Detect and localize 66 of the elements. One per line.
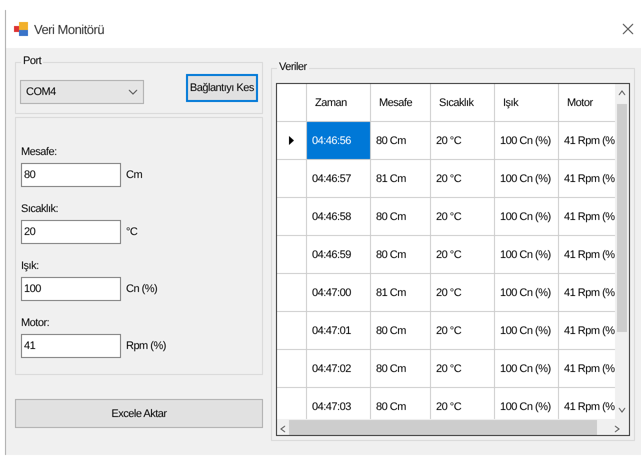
row-header[interactable] — [277, 274, 307, 312]
table-cell[interactable]: 81 Cm — [371, 274, 431, 312]
row-header[interactable] — [277, 236, 307, 274]
close-icon[interactable] — [622, 23, 634, 35]
column-header[interactable]: Sıcaklık — [431, 84, 495, 122]
row-header[interactable] — [277, 312, 307, 350]
table-cell[interactable]: 04:46:57 — [307, 160, 371, 198]
vertical-scrollbar[interactable] — [615, 84, 629, 419]
unit-label: Cn (%) — [126, 283, 158, 295]
table-cell[interactable]: 20 °C — [431, 198, 495, 236]
table-cell[interactable]: 100 Cn (%) — [495, 312, 559, 350]
table-cell[interactable]: 100 Cn (%) — [495, 274, 559, 312]
table-cell[interactable]: 20 °C — [431, 160, 495, 198]
table-cell[interactable]: 100 Cn (%) — [495, 236, 559, 274]
chevron-right-icon[interactable] — [614, 425, 620, 433]
unit-label: °C — [126, 226, 138, 238]
group-title: Veriler — [277, 61, 309, 73]
table-cell[interactable]: 20 °C — [431, 236, 495, 274]
table-cell[interactable]: 04:46:59 — [307, 236, 371, 274]
table-cell[interactable]: 80 Cm — [371, 236, 431, 274]
table-cell[interactable]: 04:47:02 — [307, 350, 371, 388]
unit-label: Cm — [126, 169, 142, 181]
chevron-down-icon — [128, 89, 138, 95]
table-cell[interactable]: 80 Cm — [371, 122, 431, 160]
field-label: Mesafe: — [21, 146, 58, 158]
chevron-down-icon[interactable] — [618, 407, 626, 413]
table-cell[interactable]: 100 Cn (%) — [495, 350, 559, 388]
row-header[interactable] — [277, 160, 307, 198]
corner-header — [277, 84, 307, 122]
horizontal-scrollbar[interactable] — [277, 419, 629, 435]
input-field[interactable]: 80 — [21, 163, 121, 187]
port-dropdown[interactable]: COM4 — [20, 80, 144, 104]
window-title: Veri Monitörü — [34, 22, 104, 36]
app-icon — [14, 22, 28, 36]
column-header[interactable]: Mesafe — [371, 84, 431, 122]
unit-label: Rpm (%) — [126, 340, 166, 352]
current-row-icon — [289, 136, 294, 145]
table-cell[interactable]: 80 Cm — [371, 198, 431, 236]
column-header[interactable]: Işık — [495, 84, 559, 122]
field-label: Işık: — [21, 260, 40, 272]
table-cell[interactable]: 20 °C — [431, 312, 495, 350]
table-cell[interactable]: 04:47:00 — [307, 274, 371, 312]
table-cell[interactable]: 100 Cn (%) — [495, 198, 559, 236]
export-button[interactable]: Excele Aktar — [15, 399, 263, 428]
row-header[interactable] — [277, 350, 307, 388]
table-cell[interactable]: 20 °C — [431, 350, 495, 388]
table-cell[interactable]: 80 Cm — [371, 312, 431, 350]
field-label: Sıcaklık: — [21, 203, 60, 215]
field-label: Motor: — [21, 317, 50, 329]
input-field[interactable]: 100 — [21, 277, 121, 301]
disconnect-button[interactable]: Bağlantıyı Kes — [186, 74, 258, 102]
table-cell[interactable]: 20 °C — [431, 122, 495, 160]
chevron-left-icon[interactable] — [280, 425, 286, 433]
table-cell[interactable]: 20 °C — [431, 274, 495, 312]
group-title: Port — [21, 55, 44, 67]
table-cell[interactable]: 04:47:01 — [307, 312, 371, 350]
table-cell[interactable]: 81 Cm — [371, 160, 431, 198]
table-cell[interactable]: 80 Cm — [371, 350, 431, 388]
chevron-up-icon[interactable] — [618, 90, 626, 96]
table-cell[interactable]: 04:46:56 — [307, 122, 371, 160]
table-cell[interactable]: 04:46:58 — [307, 198, 371, 236]
table-cell[interactable]: 100 Cn (%) — [495, 160, 559, 198]
input-field[interactable]: 20 — [21, 220, 121, 244]
row-header[interactable] — [277, 198, 307, 236]
input-field[interactable]: 41 — [21, 334, 121, 358]
table-cell[interactable]: 100 Cn (%) — [495, 122, 559, 160]
